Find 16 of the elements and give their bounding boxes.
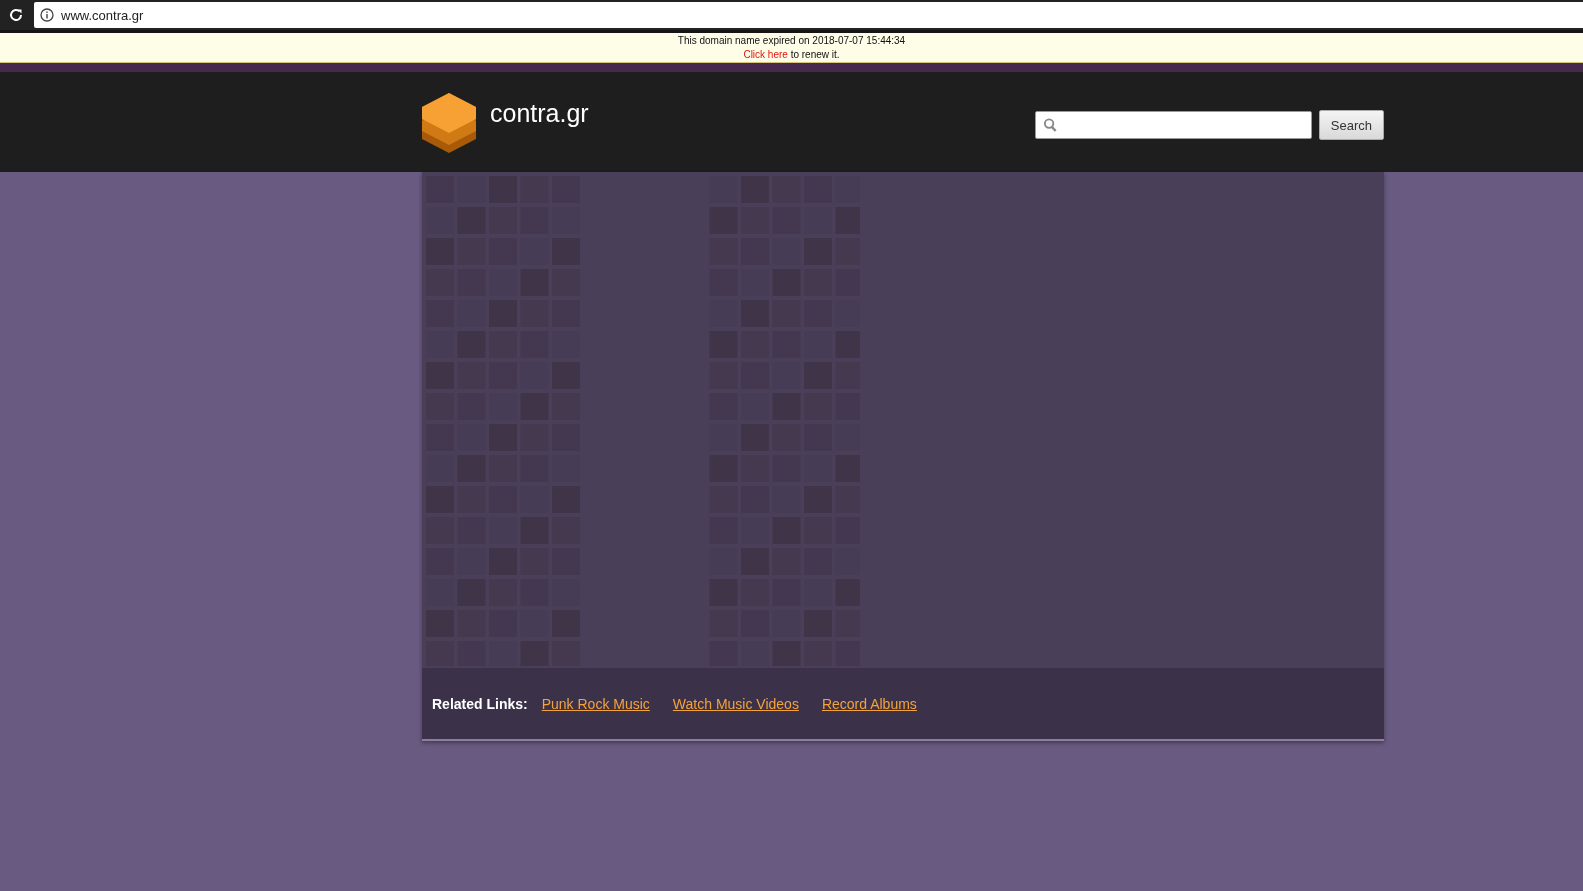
url-text: www.contra.gr — [61, 7, 144, 23]
renew-link[interactable]: Click here — [743, 49, 788, 60]
renew-text: to renew it. — [789, 49, 840, 60]
address-bar[interactable]: www.contra.gr — [34, 2, 1583, 28]
search-button[interactable]: Search — [1318, 110, 1384, 140]
related-link[interactable]: Watch Music Videos — [672, 695, 799, 712]
search-icon — [1042, 117, 1058, 133]
site-name: contra.gr — [490, 99, 589, 128]
search-field[interactable] — [1034, 111, 1312, 139]
related-link[interactable]: Punk Rock Music — [541, 695, 650, 712]
info-icon[interactable] — [40, 8, 54, 22]
reload-icon[interactable] — [8, 7, 24, 23]
expiry-message: This domain name expired on 2018-07-07 15:44:34 — [676, 34, 907, 48]
cube-logo-icon — [422, 93, 476, 153]
related-links-label: Related Links: — [432, 695, 528, 712]
related-link[interactable]: Record Albums — [821, 695, 917, 712]
